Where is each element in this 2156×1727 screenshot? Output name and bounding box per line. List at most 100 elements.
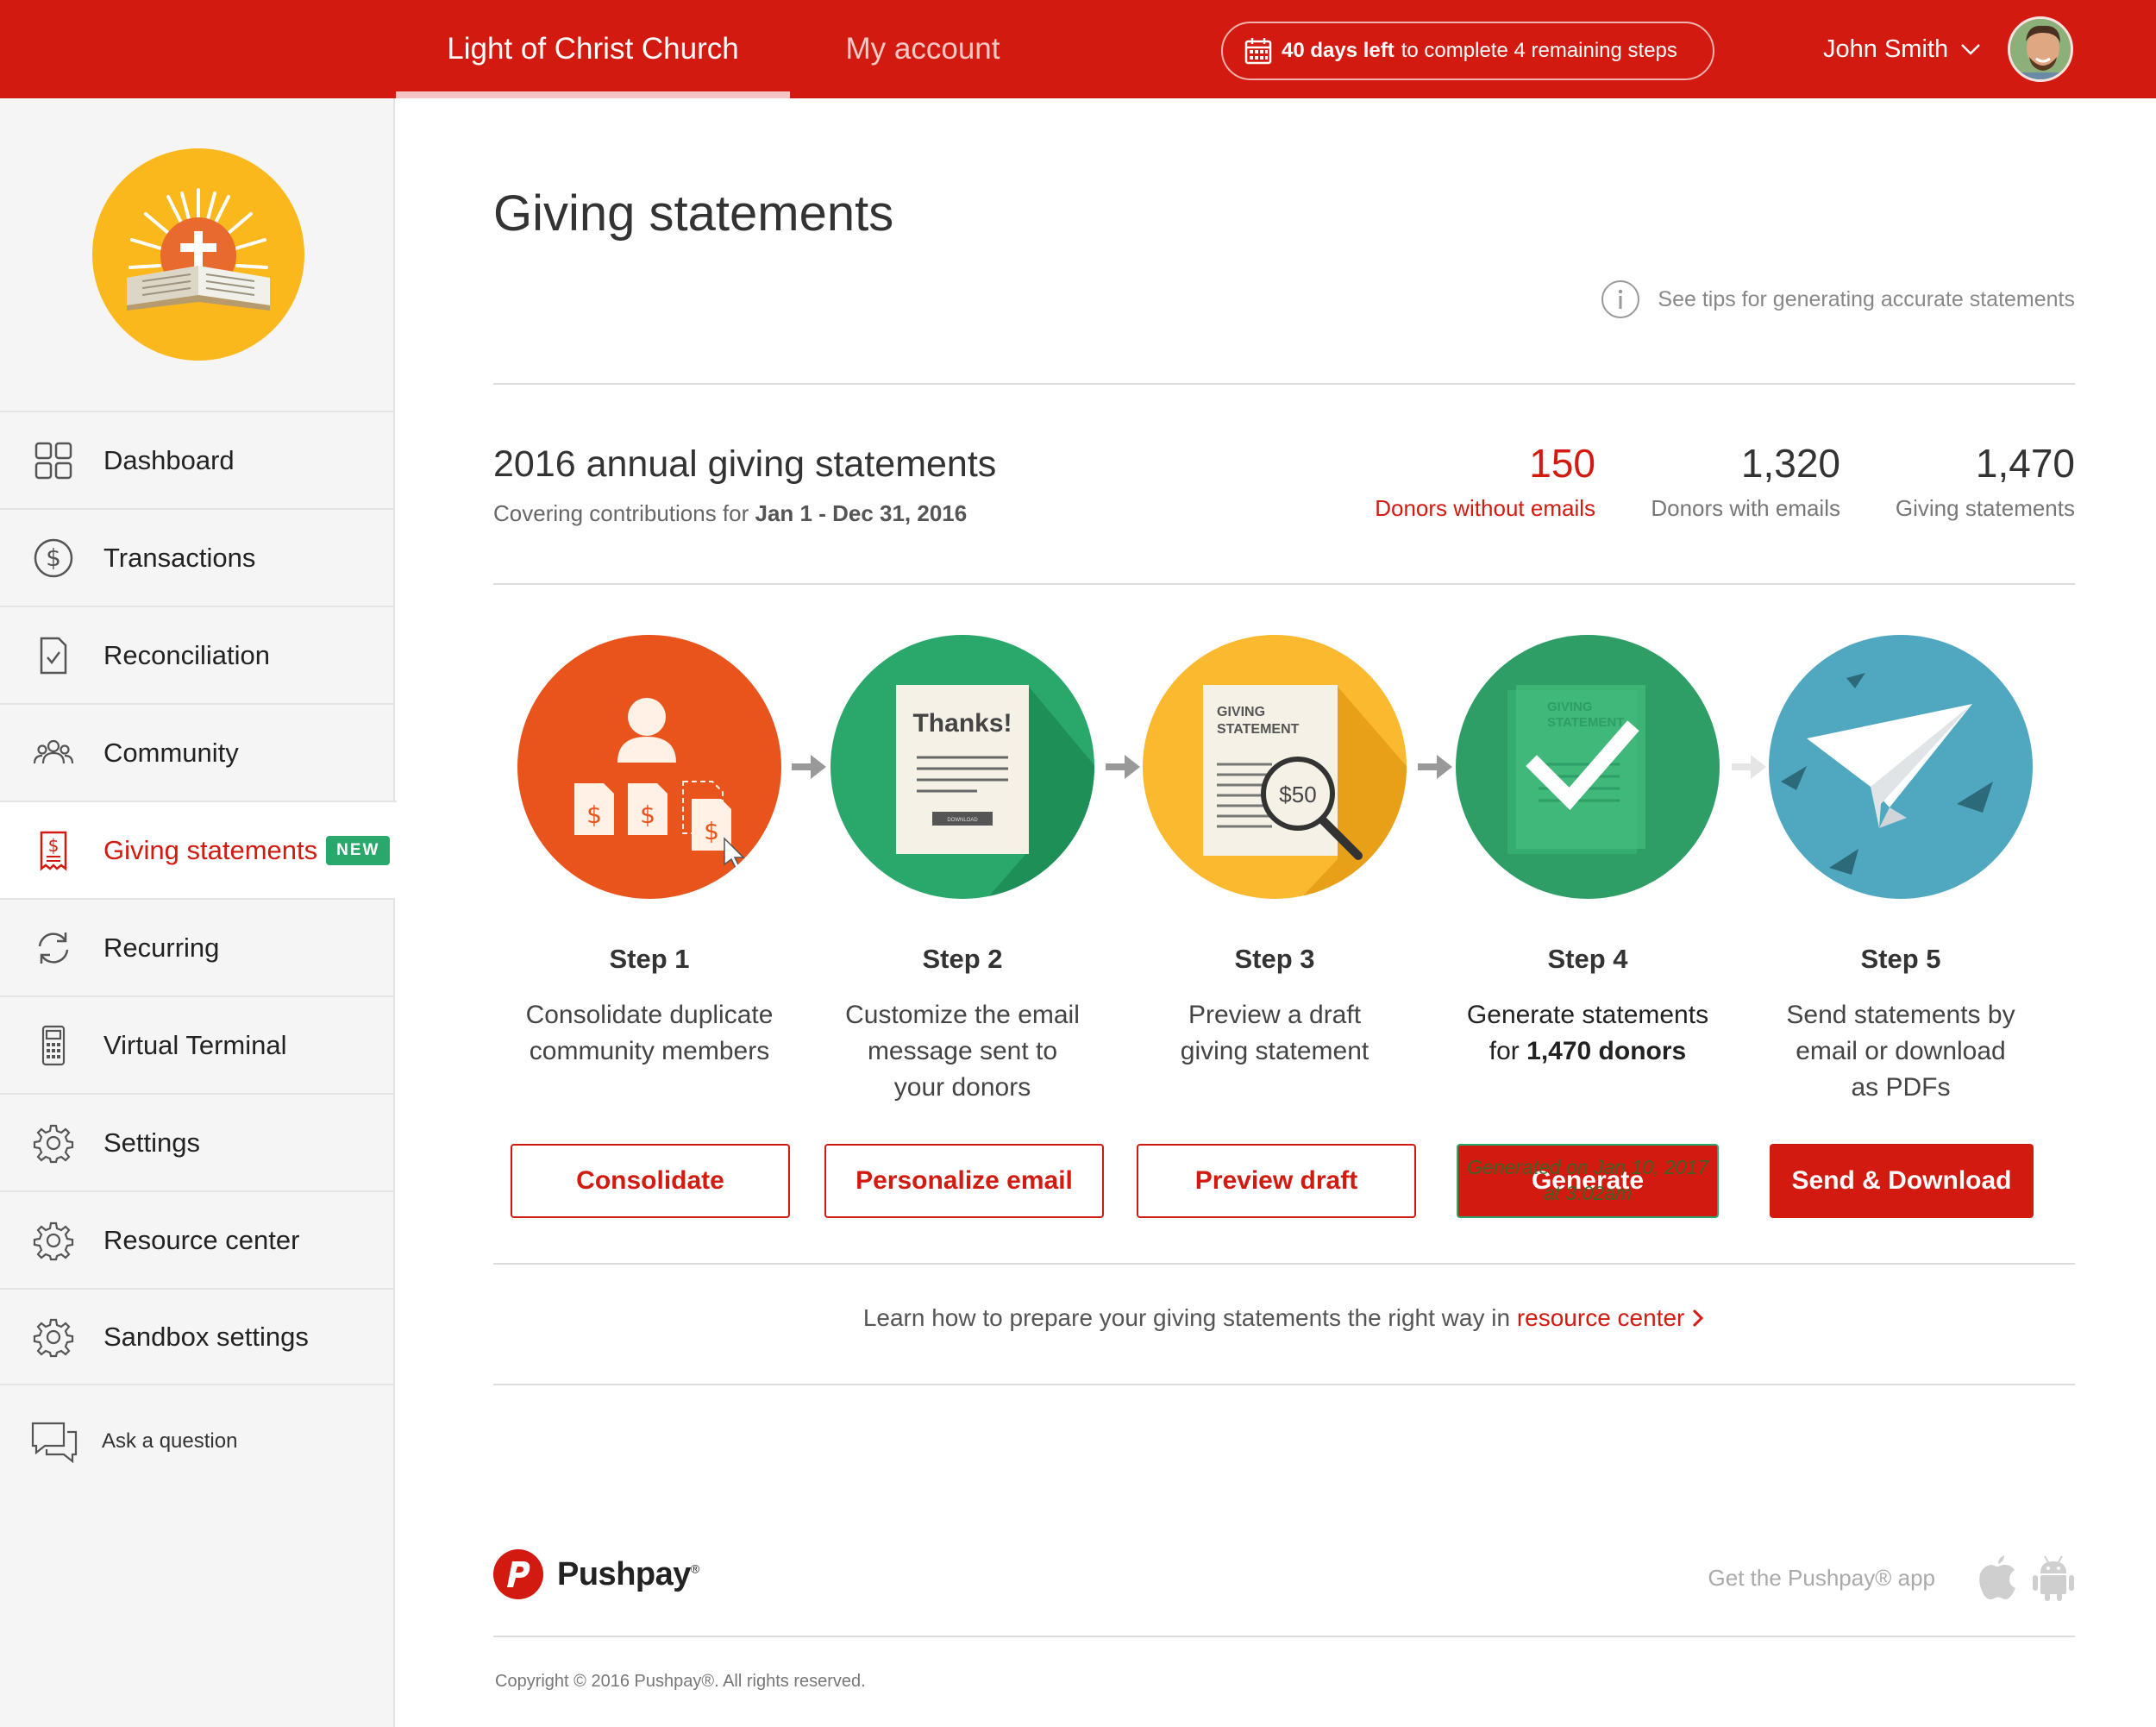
summary-title: 2016 annual giving statements (493, 443, 997, 485)
summary-covering: Covering contributions for Jan 1 - Dec 3… (493, 500, 967, 527)
svg-text:GIVING: GIVING (1217, 705, 1265, 719)
tab-organization-label: Light of Christ Church (447, 32, 739, 66)
sidebar-item-reconciliation[interactable]: Reconciliation (0, 606, 395, 703)
avatar-image (2010, 19, 2071, 79)
resource-center-link[interactable]: resource center (1517, 1304, 1705, 1331)
sidebar-item-settings[interactable]: Settings (0, 1093, 395, 1190)
svg-text:$: $ (48, 835, 60, 856)
ask-a-question-link[interactable]: Ask a question (29, 1418, 237, 1465)
step-description-line: email or download (1796, 1037, 2006, 1065)
sidebar-item-label: Sandbox settings (103, 1321, 309, 1352)
arrow-right-icon (792, 755, 826, 779)
pushpay-brand-name: Pushpay® (557, 1556, 699, 1593)
chevron-down-icon (1961, 44, 1980, 55)
step-description: Preview a draft giving statement (1137, 997, 1413, 1070)
get-app-section: Get the Pushpay® app (1708, 1553, 2075, 1603)
step-description-line: Send statements by (1786, 1001, 2015, 1029)
stat-donors-without-emails[interactable]: 150 Donors without emails (1375, 440, 1595, 522)
sidebar-item-recurring[interactable]: Recurring (0, 898, 395, 995)
step-description-line: for 1,470 donors (1450, 1033, 1726, 1070)
preview-draft-button-label: Preview draft (1194, 1166, 1358, 1195)
sidebar-item-sandbox-settings[interactable]: Sandbox settings (0, 1288, 395, 1385)
android-icon[interactable] (2032, 1553, 2075, 1603)
arrow-right-icon (1418, 755, 1452, 779)
preview-illustration: GIVING STATEMENT $50 (1143, 635, 1407, 899)
divider (493, 1384, 2075, 1385)
step-description-line: giving statement (1180, 1037, 1369, 1065)
step-description-line: Customize the email (845, 1001, 1080, 1029)
step-description-line: as PDFs (1851, 1073, 1951, 1102)
tab-my-account[interactable]: My account (828, 0, 1018, 98)
chevron-right-icon (1693, 1309, 1704, 1328)
preview-draft-button[interactable]: Preview draft (1137, 1144, 1416, 1218)
generate-button[interactable]: Generate Generated on Jan 10, 2017 at 3:… (1457, 1144, 1719, 1218)
top-bar: Light of Christ Church My account 40 day… (0, 0, 2156, 98)
learn-more-prefix: Learn how to prepare your giving stateme… (862, 1304, 1511, 1331)
divider (493, 383, 2075, 385)
stat-value: 1,320 (1740, 441, 1840, 486)
step-description: Generate statements for 1,470 donors (1450, 997, 1726, 1070)
step-description: Send statements by email or download as … (1763, 997, 2039, 1106)
consolidate-button[interactable]: Consolidate (511, 1144, 790, 1218)
stat-donors-with-emails: 1,320 Donors with emails (1651, 440, 1840, 522)
preview-art-amount: $50 (1279, 782, 1316, 807)
divider (493, 1263, 2075, 1265)
sidebar-item-virtual-terminal[interactable]: Virtual Terminal (0, 995, 395, 1093)
sidebar-item-label: Transactions (103, 542, 256, 573)
pushpay-brand-text: Pushpay (557, 1555, 691, 1592)
sidebar-item-transactions[interactable]: $ Transactions (0, 508, 395, 606)
sidebar-item-giving-statements[interactable]: $ Giving statements NEW (0, 801, 397, 898)
user-menu[interactable]: John Smith (1823, 0, 1981, 98)
svg-text:STATEMENT: STATEMENT (1217, 722, 1300, 737)
email-art-text: Thanks! (912, 709, 1012, 738)
sidebar-item-dashboard[interactable]: Dashboard (0, 411, 395, 508)
send-and-download-button[interactable]: Send & Download (1770, 1144, 2034, 1218)
step-label: Step 2 (922, 944, 1003, 974)
step-description-for: for (1489, 1037, 1520, 1065)
divider (493, 583, 2075, 585)
apple-icon[interactable] (1975, 1553, 2018, 1603)
sidebar-item-community[interactable]: Community (0, 703, 395, 801)
page-title: Giving statements (493, 185, 894, 242)
sidebar-item-label: Community (103, 737, 239, 768)
gear-icon (33, 1221, 74, 1260)
svg-text:$: $ (640, 801, 655, 829)
covering-prefix: Covering contributions for (493, 500, 749, 526)
consolidate-illustration: $ $ $ (517, 635, 781, 899)
sidebar-item-label: Settings (103, 1127, 201, 1158)
step-1: $ $ $ Step 1 Consolidate duplicate commu… (511, 635, 787, 1070)
step-description: Customize the email message sent to your… (824, 997, 1100, 1106)
avatar[interactable] (2008, 16, 2073, 82)
stat-label: Donors without emails (1375, 495, 1595, 521)
pushpay-logo: Pushpay® (493, 1549, 699, 1599)
step-label: Step 1 (609, 944, 690, 974)
tips-label: See tips for generating accurate stateme… (1658, 286, 2075, 311)
copyright: Copyright © 2016 Pushpay®. All rights re… (495, 1672, 866, 1691)
chat-bubbles-icon (31, 1422, 78, 1464)
tips-link[interactable]: See tips for generating accurate stateme… (1601, 279, 2075, 319)
new-badge: NEW (326, 835, 391, 865)
gear-icon (33, 1318, 74, 1357)
step-label: Step 4 (1547, 944, 1628, 974)
step-4: GIVING STATEMENT Step 4 Generate stateme… (1450, 635, 1726, 1070)
sidebar-item-label: Reconciliation (103, 639, 270, 670)
sidebar-item-label: Giving statements (103, 834, 318, 865)
sidebar-item-label: Recurring (103, 932, 220, 963)
step-label: Step 5 (1860, 944, 1941, 974)
svg-text:$: $ (704, 817, 719, 845)
sidebar-nav: Dashboard $ Transactions Reconciliation … (0, 411, 397, 1385)
receipt-icon: $ (40, 831, 67, 871)
registered-mark: ® (690, 1561, 699, 1575)
stat-value: 150 (1529, 441, 1595, 486)
tab-organization[interactable]: Light of Christ Church (396, 0, 790, 98)
svg-text:GIVING: GIVING (1547, 700, 1593, 714)
info-icon (1601, 280, 1640, 318)
steps-reminder-pill[interactable]: 40 days left to complete 4 remaining ste… (1221, 22, 1714, 80)
sidebar-item-resource-center[interactable]: Resource center (0, 1190, 395, 1288)
send-and-download-button-label: Send & Download (1791, 1166, 2012, 1195)
consolidate-button-label: Consolidate (576, 1166, 724, 1195)
personalize-email-button-label: Personalize email (856, 1166, 1073, 1195)
ask-a-question-label: Ask a question (102, 1429, 238, 1453)
stat-label: Giving statements (1895, 495, 2075, 521)
personalize-email-button[interactable]: Personalize email (824, 1144, 1104, 1218)
